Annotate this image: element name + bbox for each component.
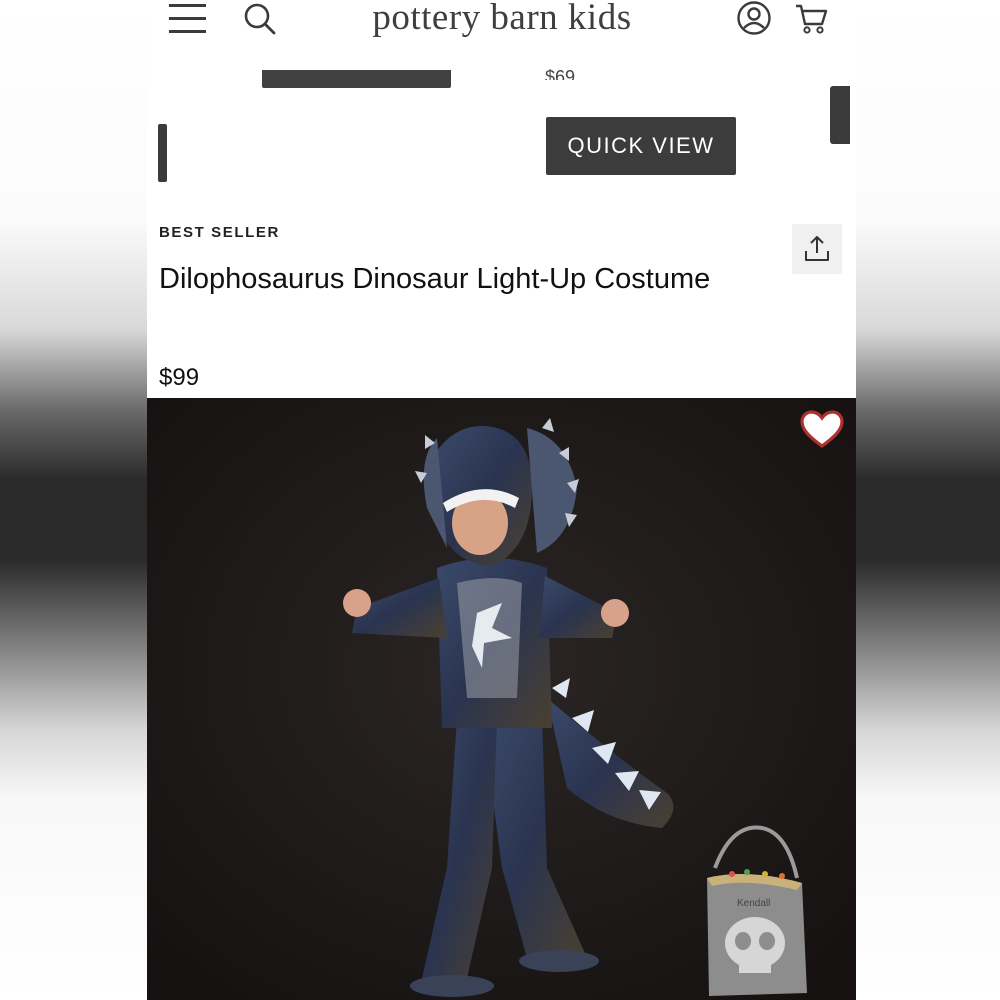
account-icon[interactable]: [736, 0, 772, 41]
previous-item-price: $69: [545, 67, 576, 80]
bucket-name: Kendall: [737, 898, 770, 909]
menu-icon[interactable]: [169, 2, 207, 41]
costume-photo-illustration: Kendall: [147, 398, 856, 1000]
quick-view-button[interactable]: QUICK VIEW: [546, 117, 736, 175]
product-image[interactable]: Kendall: [147, 398, 856, 1000]
carousel-next-arrow[interactable]: [830, 86, 850, 144]
background-right: [856, 0, 1000, 1000]
share-icon: [804, 235, 830, 268]
search-icon[interactable]: [243, 2, 277, 41]
heart-icon[interactable]: [800, 410, 844, 455]
best-seller-badge: BEST SELLER: [159, 224, 280, 241]
cart-icon[interactable]: [795, 2, 829, 41]
background-left: [0, 0, 147, 1000]
share-button[interactable]: [792, 224, 842, 274]
carousel-prev-arrow[interactable]: [158, 124, 167, 182]
product-price: $99: [159, 364, 200, 391]
previous-item-button[interactable]: [262, 70, 451, 88]
product-title: Dilophosaurus Dinosaur Light-Up Costume: [159, 263, 711, 295]
logo[interactable]: pottery barn kids: [362, 0, 642, 39]
mobile-page: pottery barn kids $69 QUICK VIEW BEST SE…: [147, 0, 856, 1000]
site-header: pottery barn kids: [147, 0, 856, 44]
